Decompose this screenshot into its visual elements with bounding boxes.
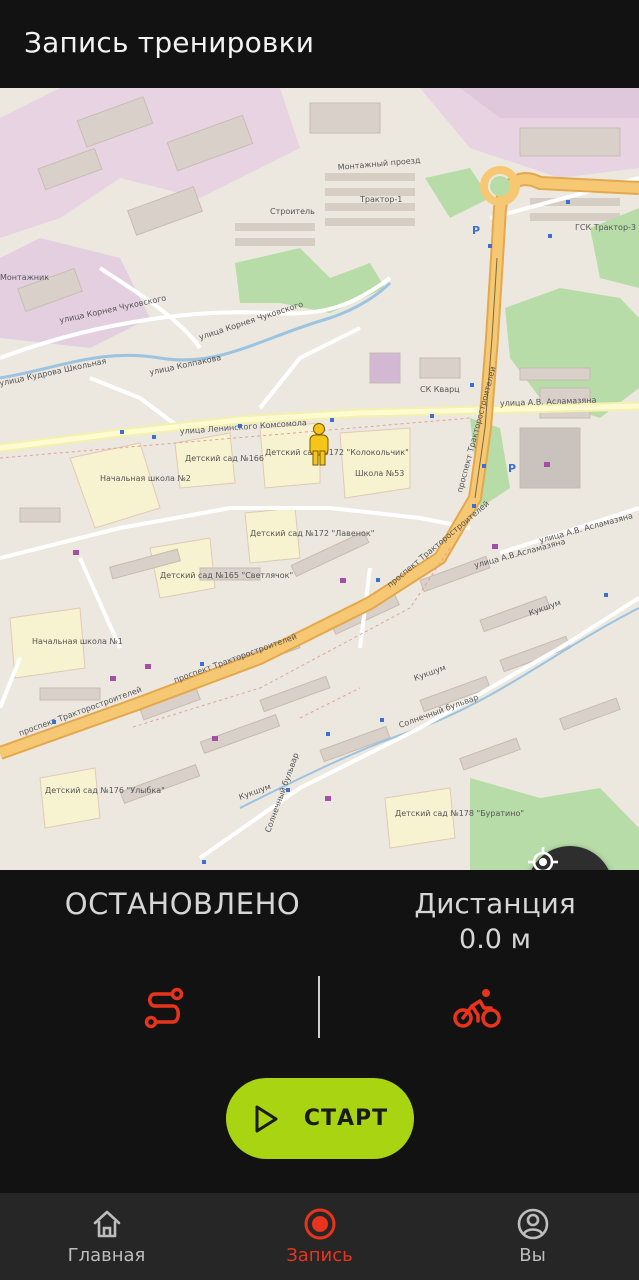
distance-value: 0.0 м: [459, 924, 531, 955]
map-view[interactable]: Монтажный проезд Строитель Трактор-1 ГСК…: [0, 88, 639, 870]
home-icon: [93, 1210, 120, 1238]
map-label: Монтажник: [0, 273, 49, 282]
nav-record-label: Запись: [286, 1245, 353, 1266]
start-button[interactable]: СТАРТ: [226, 1078, 414, 1159]
bottom-navigation: Главная Запись Вы: [0, 1193, 639, 1280]
map-label: Трактор-1: [359, 195, 402, 204]
map-label: Детский сад №178 "Буратино": [395, 809, 524, 818]
route-button[interactable]: [138, 982, 190, 1034]
bicycle-icon: [453, 989, 501, 1028]
app-bar: Запись тренировки: [0, 0, 639, 88]
nav-home-label: Главная: [67, 1245, 146, 1266]
distance-label: Дистанция: [414, 887, 576, 920]
parking-icon: P: [508, 462, 516, 475]
map-label: Детский сад №172 "Лавенок": [250, 529, 374, 538]
play-icon: [255, 1105, 278, 1132]
nav-profile[interactable]: Вы: [426, 1193, 639, 1280]
parking-icon: P: [472, 224, 480, 237]
record-icon: [304, 1208, 335, 1240]
page-title: Запись тренировки: [24, 26, 315, 59]
map-label: Начальная школа №1: [32, 637, 123, 646]
nav-record[interactable]: Запись: [213, 1193, 426, 1280]
map-label: Детский сад №166: [185, 454, 264, 463]
nav-home[interactable]: Главная: [0, 1193, 213, 1280]
map-canvas[interactable]: Монтажный проезд Строитель Трактор-1 ГСК…: [0, 88, 639, 870]
divider: [318, 976, 320, 1038]
map-label: ГСК Трактор-3: [575, 223, 636, 232]
crosshair-icon: [528, 847, 558, 870]
nav-profile-label: Вы: [519, 1245, 546, 1266]
map-label: Детский сад №172 "Колокольчик": [265, 448, 409, 457]
map-label: Детский сад №165 "Светлячок": [160, 571, 293, 580]
map-label: Строитель: [270, 207, 315, 216]
start-label: СТАРТ: [303, 1106, 389, 1131]
map-label: Начальная школа №2: [100, 474, 191, 483]
route-icon: [144, 987, 184, 1029]
map-label: Детский сад №176 "Улыбка": [45, 786, 165, 795]
map-label: СК Кварц: [420, 385, 460, 394]
profile-icon: [517, 1208, 548, 1240]
map-label: Школа №53: [355, 469, 404, 478]
recording-status: ОСТАНОВЛЕНО: [64, 887, 301, 921]
recording-panel: ОСТАНОВЛЕНО Дистанция 0.0 м СТАРТ: [0, 870, 639, 1193]
activity-type-button[interactable]: [449, 982, 505, 1034]
